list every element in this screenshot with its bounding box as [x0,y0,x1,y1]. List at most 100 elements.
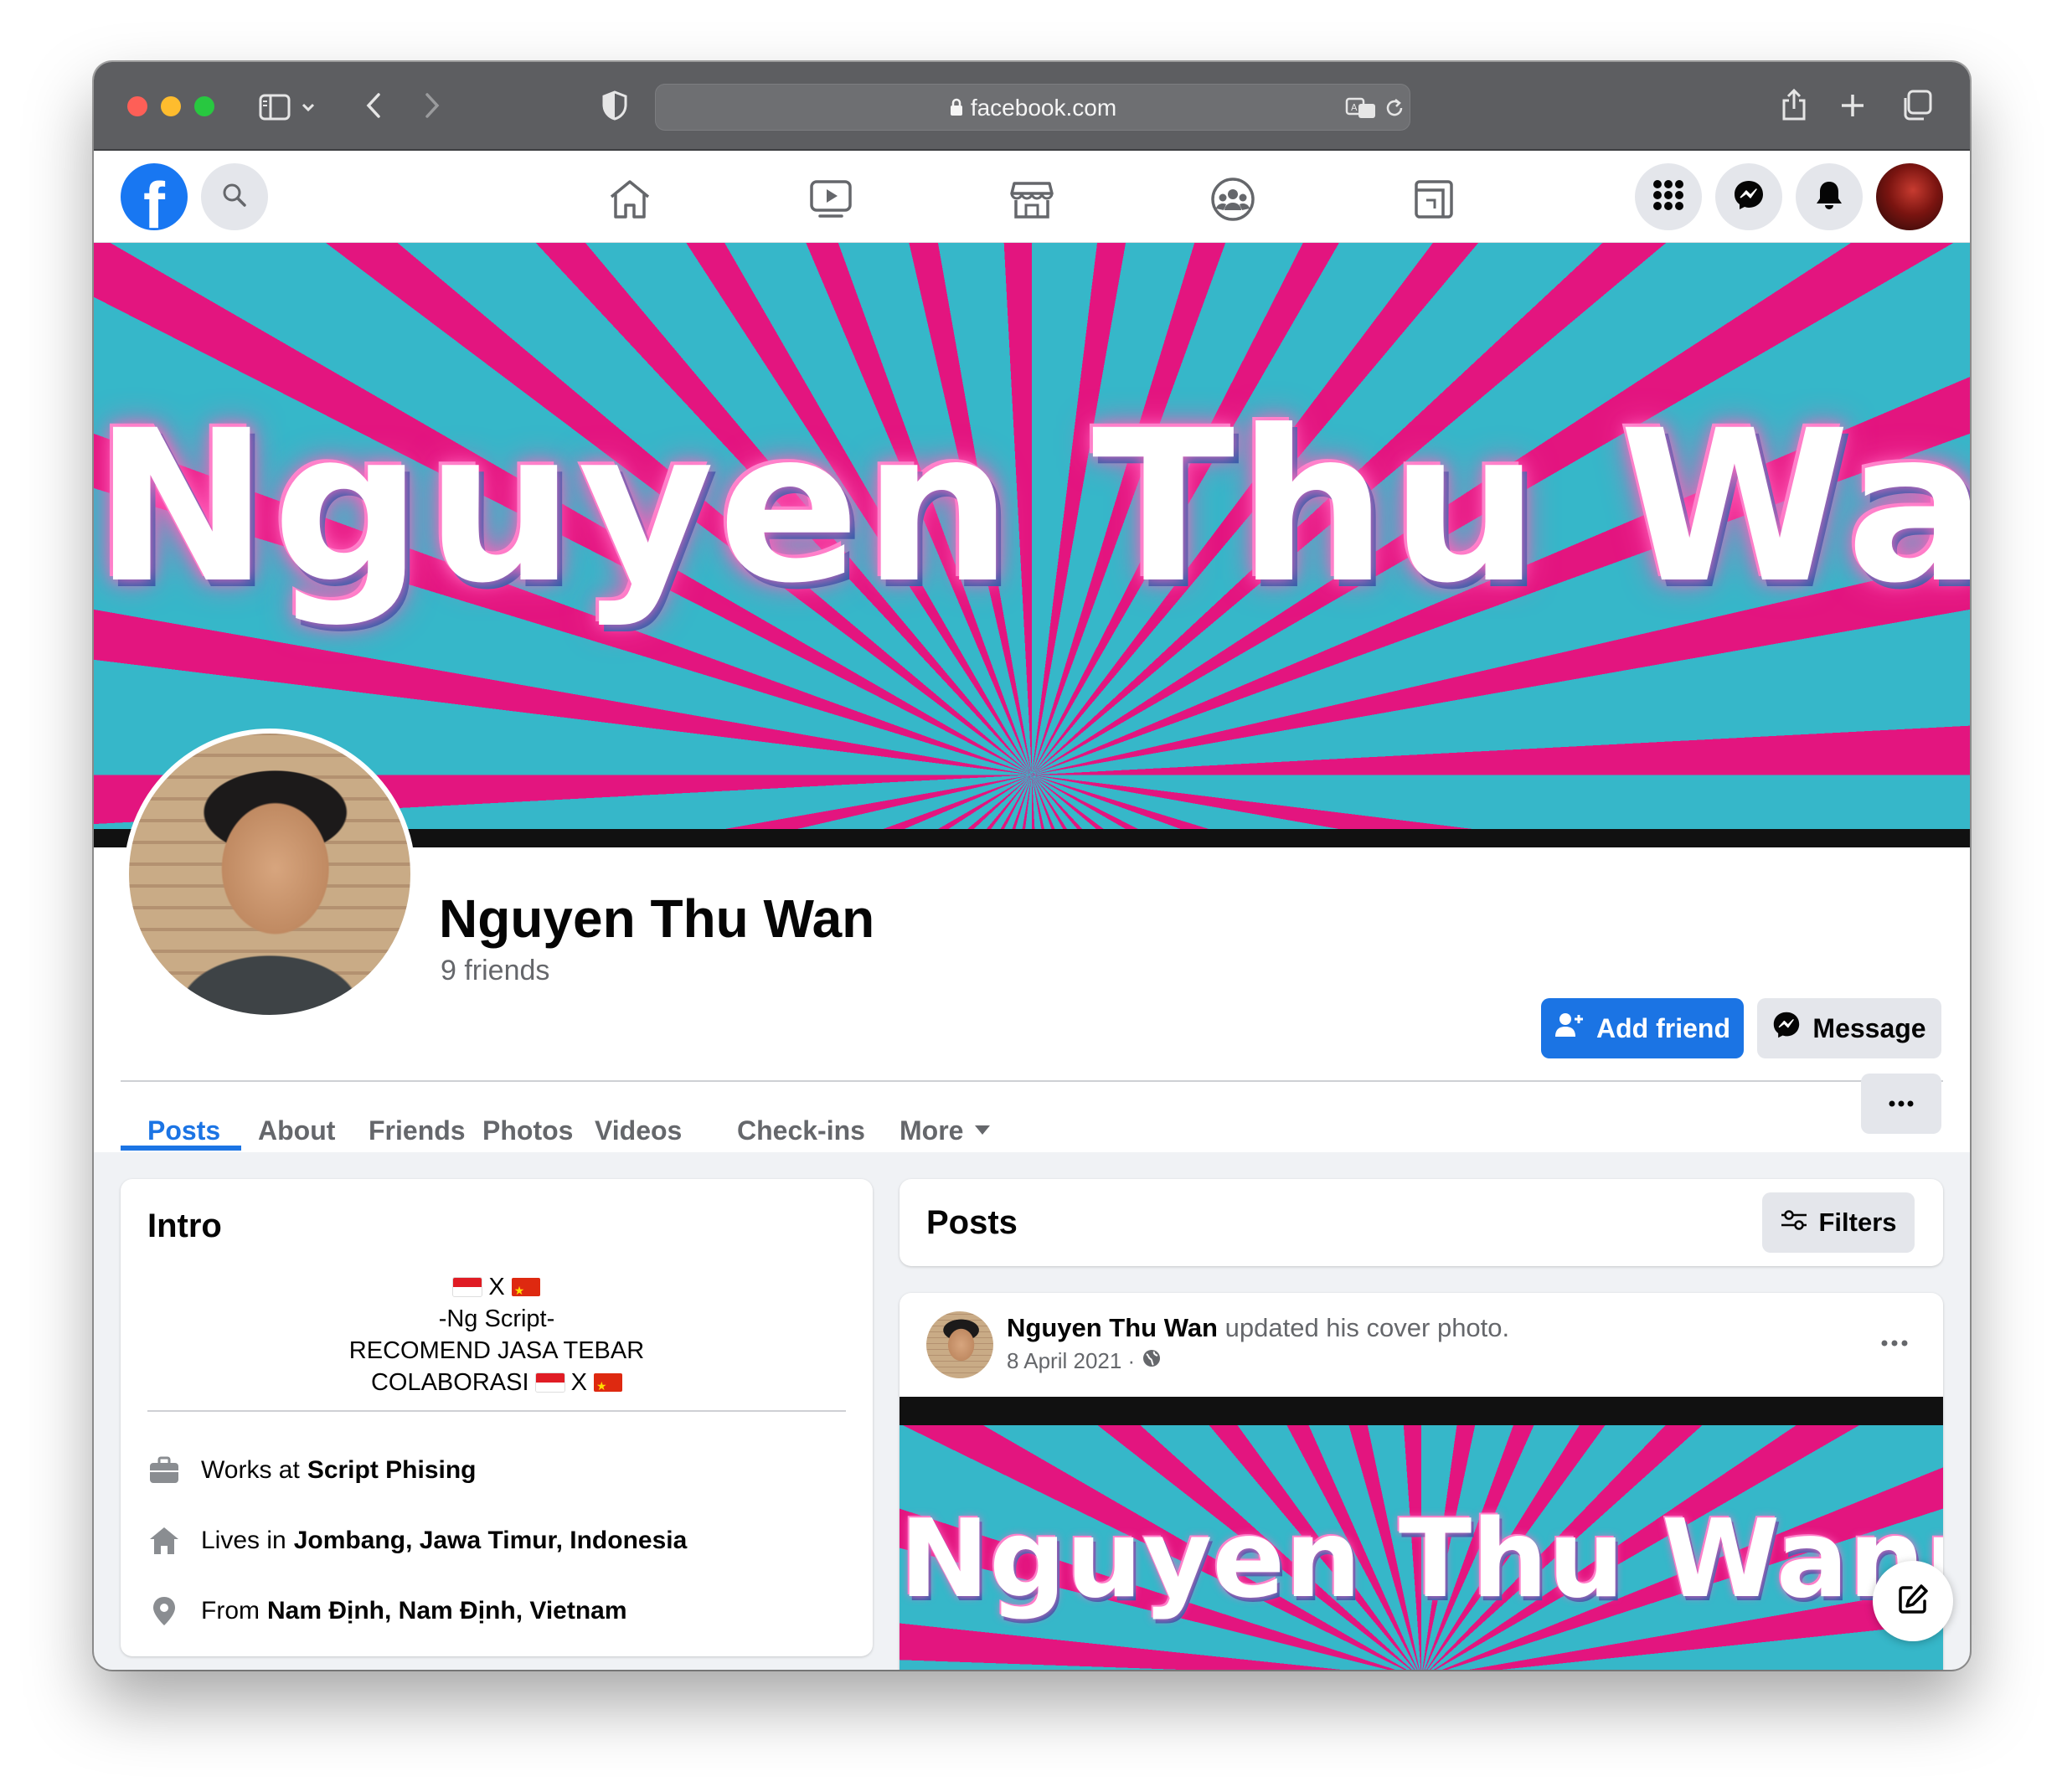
close-window-button[interactable] [127,96,147,116]
post-image-text: Nguyen Thu Wann [900,1497,1943,1622]
post-cover-image[interactable]: Nguyen Thu Wann [900,1397,1943,1670]
tabs-overview-icon[interactable] [1900,89,1933,122]
zoom-window-button[interactable] [194,96,214,116]
post-author-name[interactable]: Nguyen Thu Wan [1007,1313,1218,1342]
notifications-icon [1815,179,1843,215]
sidebar-icon[interactable] [258,90,291,124]
post-meta: 8 April 2021 · [1007,1348,1162,1374]
messenger-icon [1733,179,1765,215]
intro-divider [147,1410,846,1412]
message-label: Message [1812,1012,1926,1043]
cover-photo-text: Nguyen Thu Wann [94,385,1970,629]
chevron-down-icon[interactable] [298,95,318,119]
tab-more[interactable]: More [900,1093,991,1168]
browser-window: facebook.com A f Nguyen Thu Wa Nguyen Th… [94,62,1970,1670]
post-author-avatar[interactable] [926,1311,993,1378]
filters-icon [1780,1208,1808,1238]
reload-icon[interactable] [1381,95,1408,121]
filters-button[interactable]: Filters [1762,1192,1915,1253]
url-text: facebook.com [970,95,1117,121]
globe-icon [1142,1348,1162,1374]
bio-separator: X [570,1369,587,1396]
notifications-button[interactable] [1796,163,1863,230]
intro-work-row: Works at Script Phising [147,1452,477,1489]
marketplace-icon[interactable] [1008,176,1055,223]
facebook-logo-letter: f [143,168,165,230]
post-options-button[interactable] [1869,1326,1920,1360]
profile-header: Nguyen Thu Wann Nguyen Thu Wan 9 friends… [94,243,1970,1152]
header-divider [121,1080,1943,1082]
minimize-window-button[interactable] [161,96,181,116]
facebook-logo[interactable]: f [121,163,188,230]
tab-posts[interactable]: Posts [147,1093,220,1168]
url-display: facebook.com [656,85,1410,131]
china-flag-icon [511,1274,540,1306]
forward-icon[interactable] [417,89,447,122]
more-horizontal-icon [1889,1096,1914,1111]
shield-icon[interactable] [600,89,630,122]
bio-line: COLABORASI [370,1369,529,1396]
briefcase-icon [147,1454,181,1487]
more-horizontal-icon [1881,1336,1908,1351]
groups-icon[interactable] [1209,176,1256,223]
address-bar[interactable]: facebook.com A [655,84,1410,131]
intro-lives-row: Lives in Jombang, Jawa Timur, Indonesia [147,1522,687,1559]
share-icon[interactable] [1777,85,1811,124]
bio-line-colaborasi: COLABORASI X [121,1367,873,1402]
indonesia-flag-icon [453,1278,482,1296]
lives-prefix: Lives in [201,1527,286,1554]
message-button[interactable]: Message [1757,998,1941,1058]
posts-title: Posts [926,1204,1018,1241]
menu-grid-icon [1652,179,1684,215]
caret-down-icon [975,1125,991,1135]
profile-name: Nguyen Thu Wan [439,888,875,949]
china-flag-icon [594,1370,623,1402]
compose-icon [1896,1583,1930,1620]
house-icon [147,1524,181,1558]
bio-line: -Ng Script- [438,1305,555,1332]
watch-icon[interactable] [807,176,854,223]
search-icon [221,182,248,213]
work-value[interactable]: Script Phising [307,1456,477,1485]
from-value[interactable]: Nam Định, Nam Định, Vietnam [267,1597,627,1625]
translate-icon[interactable]: A [1344,95,1378,121]
post-header-line: Nguyen Thu Wan updated his cover photo. [1007,1313,1509,1343]
tab-photos[interactable]: Photos [482,1093,573,1168]
new-message-button[interactable] [1873,1561,1953,1641]
back-icon[interactable] [358,89,389,122]
tab-friends[interactable]: Friends [369,1093,466,1168]
lives-value[interactable]: Jombang, Jawa Timur, Indonesia [294,1527,688,1555]
messenger-icon [1772,1011,1801,1046]
add-friend-label: Add friend [1596,1012,1730,1043]
profile-more-options-button[interactable] [1861,1074,1941,1134]
tab-check-ins[interactable]: Check-ins [737,1093,865,1168]
bio-line: RECOMEND JASA TEBAR [348,1337,645,1364]
menu-grid-button[interactable] [1635,163,1702,230]
filters-label: Filters [1818,1208,1897,1237]
intro-card: Intro X -Ng Script- RECOMEND JASA TEBAR … [121,1179,873,1656]
messenger-button[interactable] [1715,163,1782,230]
bio-separator: X [488,1274,505,1300]
tab-videos[interactable]: Videos [595,1093,682,1168]
add-friend-icon [1554,1012,1585,1045]
bio-line-flags: X [121,1271,873,1306]
account-avatar[interactable] [1876,163,1943,230]
gaming-icon[interactable] [1410,176,1457,223]
cover-photo[interactable]: Nguyen Thu Wann [94,243,1970,847]
home-icon[interactable] [606,176,653,223]
post-card: Nguyen Thu Wan updated his cover photo. … [900,1293,1943,1670]
active-tab-indicator [121,1146,241,1151]
friends-count[interactable]: 9 friends [441,955,549,987]
svg-text:A: A [1351,102,1358,113]
work-prefix: Works at [201,1456,300,1484]
from-prefix: From [201,1597,260,1625]
post-date[interactable]: 8 April 2021 · [1007,1348,1135,1374]
post-action-text: updated his cover photo. [1224,1313,1510,1342]
search-button[interactable] [201,163,268,230]
profile-picture[interactable] [124,729,415,1020]
location-pin-icon [147,1594,181,1628]
intro-from-row: From Nam Định, Nam Định, Vietnam [147,1593,627,1630]
add-friend-button[interactable]: Add friend [1541,998,1744,1058]
new-tab-icon[interactable] [1838,90,1868,121]
tab-about[interactable]: About [258,1093,335,1168]
